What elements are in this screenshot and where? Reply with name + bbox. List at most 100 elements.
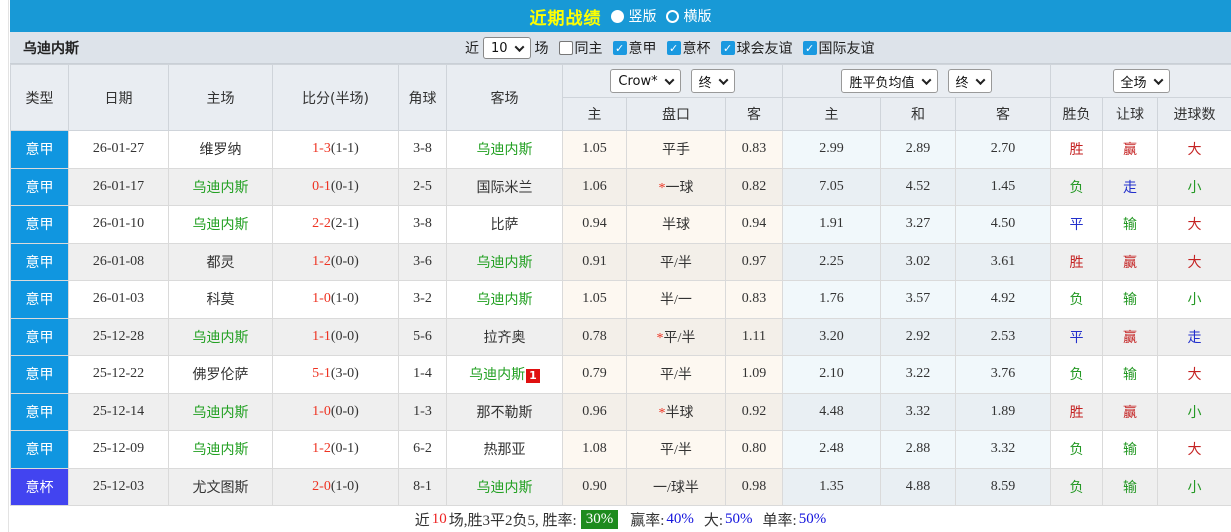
subcol-goals: 进球数 <box>1156 97 1231 131</box>
match-score: 2-0(1-0) <box>272 467 399 506</box>
odds-away: 0.83 <box>725 280 783 319</box>
league-badge: 意甲 <box>10 167 69 206</box>
filter-checkbox-international-friendly[interactable]: 国际友谊 <box>802 38 875 58</box>
subcol-odds-home: 主 <box>562 97 627 131</box>
summary-footer: 近 10 场,胜3平2负5, 胜率: 30% 赢率: 40% 大: 50% 单率… <box>10 506 1231 532</box>
table-row: 意杯 25-12-03 尤文图斯 2-0(1-0) 8-1 乌迪内斯 0.90 一/球半 0.9… <box>10 467 1231 506</box>
avg-stage-select[interactable]: 终 <box>947 69 992 93</box>
bookmaker-select[interactable]: Crow* <box>610 69 681 93</box>
avg-away: 4.92 <box>955 280 1051 319</box>
handicap-rate-label: 赢率: <box>630 513 665 529</box>
checkbox-label: 国际友谊 <box>818 41 875 57</box>
handicap-line: *一球 <box>626 167 726 206</box>
subcol-handicap-res: 让球 <box>1102 97 1158 131</box>
table-row: 意甲 25-12-14 乌迪内斯 1-0(0-0) 1-3 那不勒斯 0.96 *半球 0.92… <box>10 392 1231 431</box>
avg-away: 3.61 <box>955 242 1051 281</box>
corner-score: 3-8 <box>398 205 447 244</box>
goals-indicator: 大 <box>1156 205 1231 244</box>
avg-draw: 3.27 <box>880 205 956 244</box>
subcol-avg-draw: 和 <box>880 97 956 131</box>
away-team: 国际米兰 <box>446 167 563 206</box>
goals-indicator: 大 <box>1156 430 1231 469</box>
radio-unselected-icon[interactable] <box>665 9 679 23</box>
col-header-home: 主场 <box>168 64 273 131</box>
over-rate-value: 50% <box>725 511 753 527</box>
home-team: 乌迪内斯 <box>168 392 273 431</box>
table-row: 意甲 26-01-17 乌迪内斯 0-1(0-1) 2-5 国际米兰 1.06 *一球 0.82… <box>10 167 1231 206</box>
odds-stage-select[interactable]: 终 <box>690 69 735 93</box>
odds-home: 1.05 <box>562 130 627 169</box>
match-score: 1-2(0-0) <box>272 242 399 281</box>
handicap-line: *平/半 <box>626 317 726 356</box>
result-indicator: 胜 <box>1050 392 1103 431</box>
league-badge: 意杯 <box>10 467 69 506</box>
avg-home: 1.35 <box>782 467 881 506</box>
subcol-avg-away: 客 <box>955 97 1051 131</box>
col-header-score: 比分(半场) <box>272 64 399 131</box>
odds-home: 0.91 <box>562 242 627 281</box>
checkbox-checked-icon[interactable] <box>612 41 627 55</box>
goals-indicator: 大 <box>1156 355 1231 394</box>
table-row: 意甲 26-01-27 维罗纳 1-3(1-1) 3-8 乌迪内斯 1.05 平手 0.83 2.… <box>10 130 1231 169</box>
summary-record: 场,胜3平2负5, 胜率: <box>448 513 577 529</box>
filter-checkbox-club-friendly[interactable]: 球会友谊 <box>720 38 793 58</box>
col-header-date: 日期 <box>68 64 169 131</box>
chevron-down-icon <box>664 74 675 85</box>
match-date: 25-12-09 <box>68 430 169 469</box>
corner-score: 5-6 <box>398 317 447 356</box>
avg-home: 2.48 <box>782 430 881 469</box>
results-table: 类型 日期 主场 比分(半场) 角球 客场 Crow* 终 胜平负均值 终 全场… <box>10 64 1231 506</box>
select-value: 全场 <box>1120 75 1147 91</box>
chevron-down-icon <box>921 74 931 85</box>
recent-suffix: 场 <box>534 41 549 57</box>
avg-home: 1.91 <box>782 205 881 244</box>
section-title: 近期战绩 <box>529 8 602 29</box>
star-icon: * <box>658 405 666 421</box>
handicap-line: 半球 <box>626 205 726 244</box>
results-table-header: 类型 日期 主场 比分(半场) 角球 客场 Crow* 终 胜平负均值 终 全场… <box>10 64 1231 131</box>
match-date: 26-01-17 <box>68 167 169 206</box>
league-badge: 意甲 <box>10 392 69 431</box>
checkbox-checked-icon[interactable] <box>802 41 817 55</box>
recent-count-select[interactable]: 10 <box>483 37 531 59</box>
corner-score: 1-3 <box>398 392 447 431</box>
filter-checkbox-coppa-italia[interactable]: 意杯 <box>666 38 711 58</box>
avg-home: 2.99 <box>782 130 881 169</box>
checkbox-unchecked-icon[interactable] <box>558 41 573 55</box>
handicap-result-indicator: 输 <box>1102 430 1158 469</box>
handicap-line: 平/半 <box>626 430 726 469</box>
view-option-label[interactable]: 竖版 <box>629 6 657 26</box>
view-option-vertical[interactable]: 竖版 <box>610 6 657 26</box>
checkbox-checked-icon[interactable] <box>720 41 735 55</box>
odds-home: 0.90 <box>562 467 627 506</box>
away-team: 那不勒斯 <box>446 392 563 431</box>
match-score: 1-2(0-1) <box>272 430 399 469</box>
select-value: 胜平负均值 <box>849 75 915 91</box>
filter-controls: 近 10 场 同主 意甲 意杯 球会友谊 <box>465 32 875 64</box>
avg-draw: 2.89 <box>880 130 956 169</box>
avg-odds-select[interactable]: 胜平负均值 <box>841 69 938 93</box>
corner-score: 1-4 <box>398 355 447 394</box>
view-option-label[interactable]: 横版 <box>684 6 712 26</box>
result-indicator: 胜 <box>1050 242 1103 281</box>
odds-away: 0.82 <box>725 167 783 206</box>
odds-away: 0.97 <box>725 242 783 281</box>
view-option-horizontal[interactable]: 横版 <box>665 6 712 26</box>
goals-indicator: 小 <box>1156 467 1231 506</box>
avg-away: 1.45 <box>955 167 1051 206</box>
checkbox-checked-icon[interactable] <box>666 41 681 55</box>
odds-away: 0.80 <box>725 430 783 469</box>
handicap-result-indicator: 输 <box>1102 355 1158 394</box>
radio-selected-icon[interactable] <box>610 9 624 23</box>
result-indicator: 负 <box>1050 467 1103 506</box>
avg-draw: 3.02 <box>880 242 956 281</box>
result-group-header: 全场 <box>1049 64 1231 98</box>
filter-checkbox-serie-a[interactable]: 意甲 <box>612 38 657 58</box>
period-select[interactable]: 全场 <box>1112 69 1170 93</box>
filter-checkbox-same-home[interactable]: 同主 <box>558 38 603 58</box>
subcol-handicap: 盘口 <box>626 97 726 131</box>
away-team: 拉齐奥 <box>446 317 563 356</box>
result-indicator: 平 <box>1050 317 1103 356</box>
checkbox-label: 意甲 <box>628 41 657 57</box>
avg-draw: 3.57 <box>880 280 956 319</box>
